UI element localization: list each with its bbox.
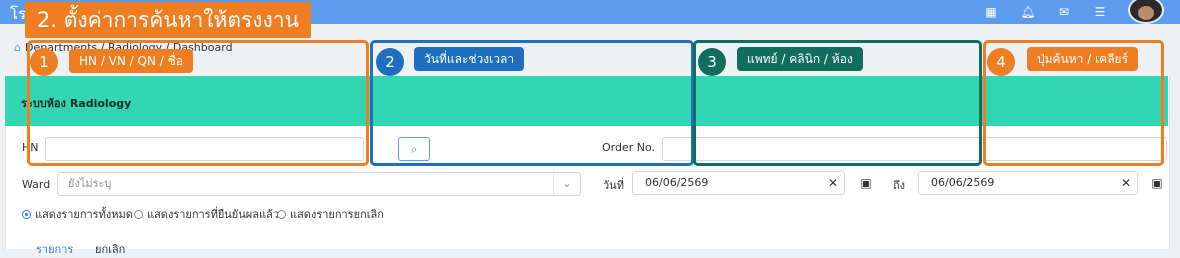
calendar-icon[interactable]: ▣ <box>859 176 873 190</box>
tab-cancelled[interactable]: ยกเลิก <box>95 240 125 258</box>
filter-label: แสดงรายการที่ยืนยันผลแล้ว <box>147 208 279 221</box>
annotation-number-3: 3 <box>698 48 726 76</box>
annotation-label-1: HN / VN / QN / ชื่อ <box>69 49 193 73</box>
home-icon[interactable]: ⌂ <box>14 41 21 54</box>
annotation-number-4: 4 <box>987 48 1015 76</box>
annotation-label-3: แพทย์ / คลินิก / ห้อง <box>737 47 863 71</box>
checklist-icon[interactable]: ☰ <box>1092 4 1108 20</box>
date-to-value: 06/06/2569 <box>931 176 995 189</box>
filter-label: แสดงรายการยกเลิก <box>290 208 384 221</box>
annotation-label-2: วันที่และช่วงเวลา <box>414 47 525 71</box>
ward-select[interactable]: ยังไม่ระบุ ⌄ <box>57 172 581 196</box>
annotation-number-1: 1 <box>30 48 58 76</box>
chevron-down-icon[interactable]: ⌄ <box>553 173 580 195</box>
calendar-icon[interactable]: ▣ <box>1150 176 1164 190</box>
date-to-input[interactable]: 06/06/2569 ✕ <box>918 171 1138 195</box>
filter-radio-confirmed[interactable]: แสดงรายการที่ยืนยันผลแล้ว <box>134 205 279 223</box>
filter-label: แสดงรายการทั้งหมด <box>35 208 133 221</box>
date-from-input[interactable]: 06/06/2569 ✕ <box>632 171 845 195</box>
ward-label: Ward <box>22 178 51 191</box>
clear-icon[interactable]: ✕ <box>828 172 838 194</box>
date-from-value: 06/06/2569 <box>645 176 709 189</box>
tab-list[interactable]: รายการ <box>36 240 73 258</box>
mail-icon[interactable]: ✉ <box>1056 4 1072 20</box>
annotation-number-2: 2 <box>376 48 404 76</box>
date-label: วันที่ <box>603 179 624 192</box>
filter-radio-cancelled[interactable]: แสดงรายการยกเลิก <box>277 205 384 223</box>
bell-icon[interactable]: 🔔︎ <box>1020 4 1036 20</box>
radio-dot[interactable] <box>277 210 286 219</box>
annotation-label-4: ปุ่มค้นหา / เคลียร์ <box>1027 47 1139 71</box>
ward-placeholder: ยังไม่ระบุ <box>68 177 112 190</box>
clear-icon[interactable]: ✕ <box>1121 172 1131 194</box>
filter-radio-all[interactable]: แสดงรายการทั้งหมด <box>22 205 133 223</box>
grid-icon[interactable]: ▦ <box>983 4 999 20</box>
to-label: ถึง <box>893 179 906 192</box>
radio-dot[interactable] <box>22 210 31 219</box>
radio-dot[interactable] <box>134 210 143 219</box>
tutorial-title: 2. ตั้งค่าการค้นหาให้ตรงงาน <box>25 2 311 38</box>
avatar[interactable] <box>1128 0 1164 24</box>
